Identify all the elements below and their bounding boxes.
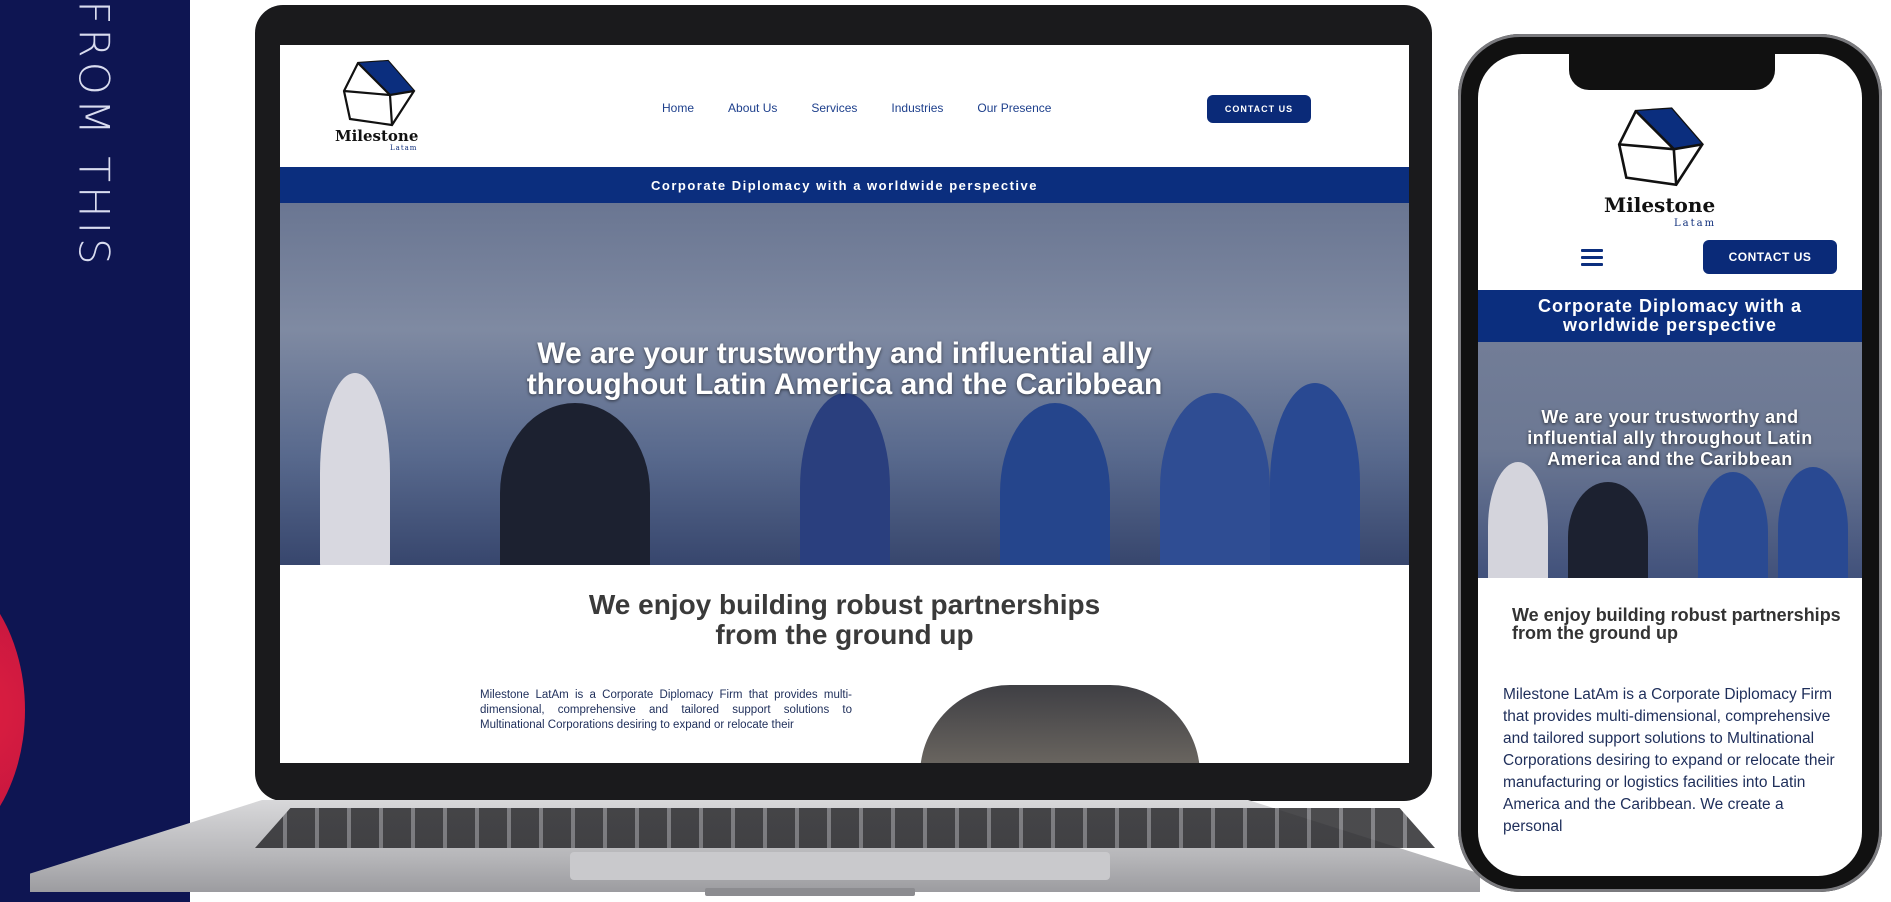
hero-figure [800,393,890,565]
mobile-section-title: We enjoy building robust partnerships fr… [1512,605,1841,643]
hero-figure [1568,482,1648,578]
mobile-logo-wordmark: Milestone [1604,193,1716,217]
hero-headline: We are your trustworthy and influential … [280,338,1409,400]
nav-item-about-us[interactable]: About Us [728,101,777,115]
nav-item-services[interactable]: Services [811,101,857,115]
mobile-tagline-text: Corporate Diplomacy with a worldwide per… [1537,296,1803,335]
phone-notch [1569,54,1775,90]
laptop-base-notch [705,888,915,896]
site-header: Milestone Latam Home About Us Services I… [280,45,1409,167]
hero-banner: We are your trustworthy and influential … [280,203,1409,565]
tagline-bar: Corporate Diplomacy with a worldwide per… [280,167,1409,203]
hero-figure [320,373,390,565]
mobile-tagline-bar: Corporate Diplomacy with a worldwide per… [1478,290,1862,342]
hero-figure [1488,462,1548,578]
mobile-logo-subtext: Latam [1674,218,1717,229]
mobile-hero-headline: We are your trustworthy and influential … [1527,407,1813,469]
hero-figure [1698,472,1768,578]
logo-subtext: Latam [390,144,418,152]
red-circle-decoration [0,560,25,860]
laptop-trackpad [570,852,1110,880]
mobile-intro-paragraph: Milestone LatAm is a Corporate Diplomacy… [1503,686,1835,835]
hero-figure [1160,393,1270,565]
hero-headline-line-1: We are your trustworthy and influential … [537,337,1152,370]
nav-item-industries[interactable]: Industries [891,101,943,115]
hero-figure [1000,403,1110,565]
laptop-screen: Milestone Latam Home About Us Services I… [280,45,1409,763]
hero-figure [1778,467,1848,578]
nav-item-our-presence[interactable]: Our Presence [977,101,1051,115]
contact-us-button[interactable]: CONTACT US [1207,95,1311,123]
laptop-keyboard [255,808,1435,848]
section-title-line-2: from the ground up [715,619,974,650]
main-nav: Home About Us Services Industries Our Pr… [662,101,1051,115]
hero-figure [1270,383,1360,565]
nav-item-home[interactable]: Home [662,101,694,115]
hamburger-menu-icon[interactable] [1581,249,1603,270]
intro-paragraph: Milestone LatAm is a Corporate Diplomacy… [480,689,852,731]
hero-figure [500,403,650,565]
section-title-line-1: We enjoy building robust partnerships [588,589,1101,620]
side-vertical-text: FROM THIS [69,0,119,269]
mobile-contact-us-button[interactable]: CONTACT US [1703,240,1837,274]
mobile-hero-banner: We are your trustworthy and influential … [1478,342,1862,578]
office-photo [920,685,1200,763]
hero-headline-line-2: throughout Latin America and the Caribbe… [526,368,1163,401]
logo-wordmark: Milestone [335,127,419,145]
section-title: We enjoy building robust partnerships fr… [280,590,1409,650]
phone-screen: Milestone Latam CONTACT US Corporate Dip… [1478,54,1862,876]
left-brand-panel: FROM THIS [0,0,190,902]
